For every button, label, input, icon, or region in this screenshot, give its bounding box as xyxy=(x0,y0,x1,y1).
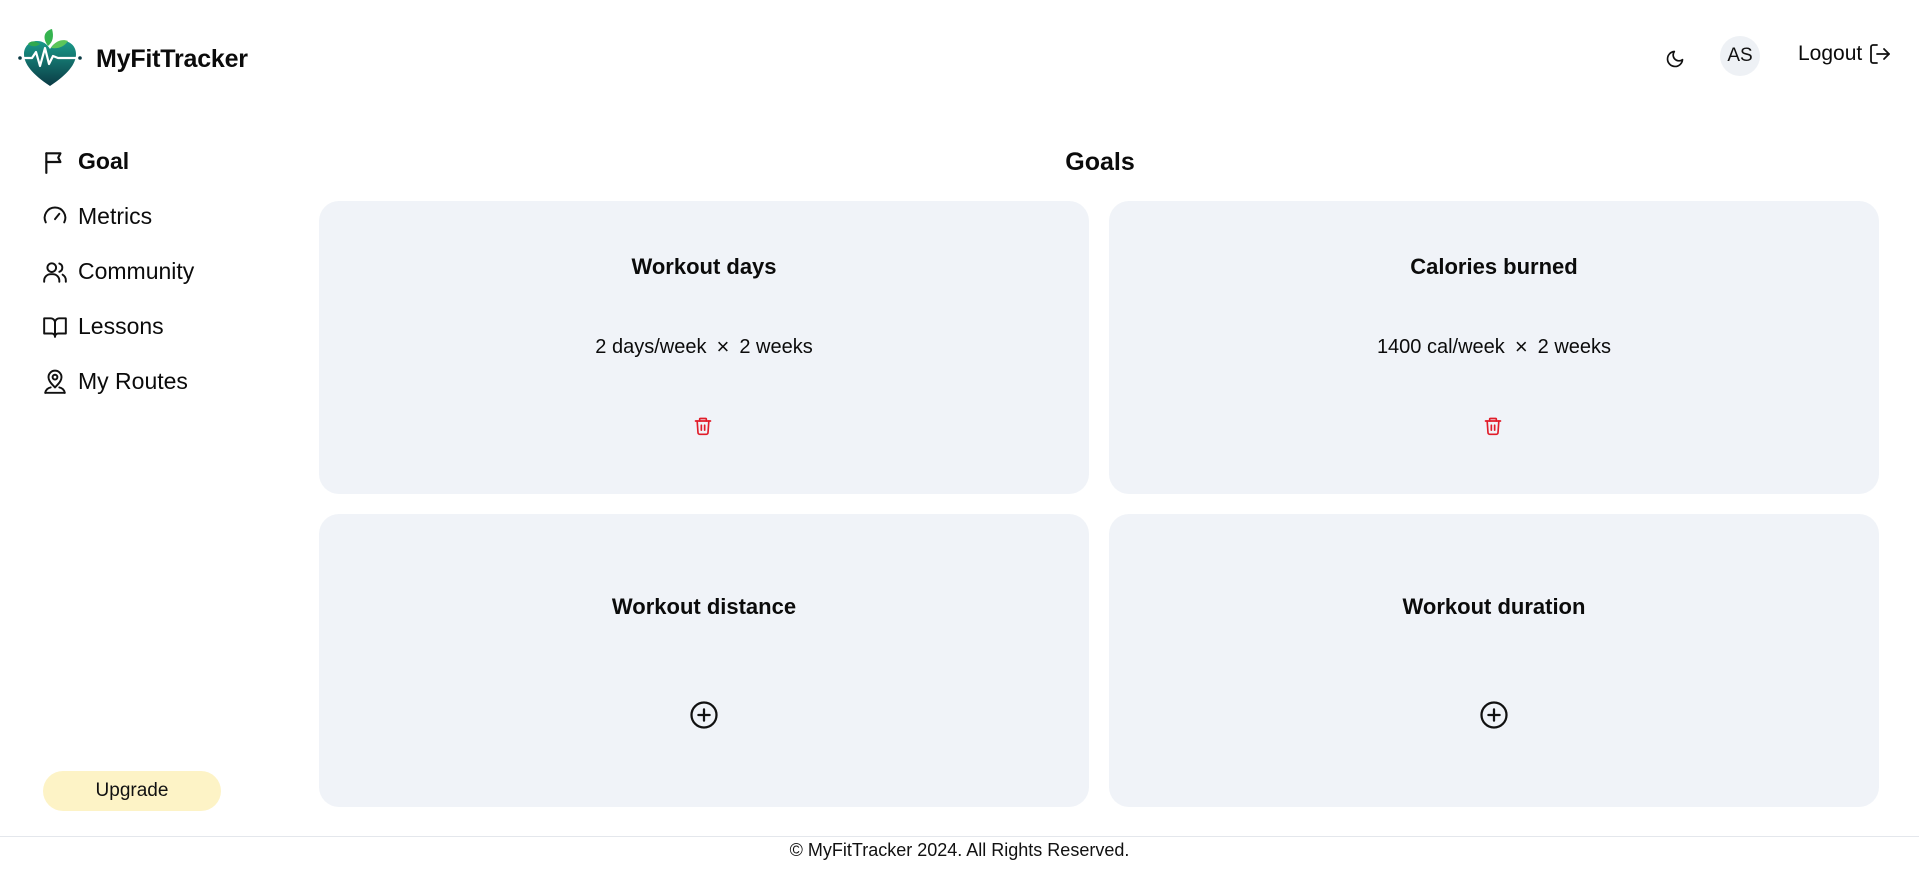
sidebar-item-goal[interactable]: Goal xyxy=(42,134,282,189)
flag-icon xyxy=(45,151,62,174)
sidebar-item-label: Community xyxy=(78,258,195,284)
logout-label: Logout xyxy=(1798,42,1863,65)
footer-divider xyxy=(0,836,1919,837)
sidebar-item-label: My Routes xyxy=(78,368,188,394)
brand[interactable]: MyFitTracker xyxy=(18,24,248,94)
book-open-icon xyxy=(43,316,67,338)
times-symbol: × xyxy=(716,334,730,359)
trash-icon xyxy=(1484,417,1502,436)
heart-leaf-pulse-logo-icon xyxy=(18,29,82,86)
delete-goal-button[interactable] xyxy=(691,414,715,438)
footer-copyright: © MyFitTracker 2024. All Rights Reserved… xyxy=(789,840,1130,860)
sidebar-item-label: Lessons xyxy=(78,313,164,339)
logout-icon xyxy=(1870,44,1891,64)
avatar-initials: AS xyxy=(1727,45,1753,66)
goal-amount: 2 days/week xyxy=(595,335,707,358)
goal-detail: 2 days/week × 2 weeks xyxy=(319,334,1089,360)
goal-card-workout-days: Workout days 2 days/week × 2 weeks xyxy=(319,201,1089,494)
add-goal-button[interactable] xyxy=(1478,699,1510,731)
gauge-icon xyxy=(43,206,67,223)
sidebar-item-community[interactable]: Community xyxy=(42,244,282,299)
plus-circle-icon xyxy=(690,701,718,729)
users-icon xyxy=(43,261,67,283)
goal-card-workout-distance: Workout distance xyxy=(319,514,1089,807)
goal-duration: 2 weeks xyxy=(1537,335,1612,358)
sidebar-item-label: Goal xyxy=(78,148,130,174)
page-title: Goals xyxy=(1065,148,1135,176)
moon-icon xyxy=(1666,50,1684,68)
add-goal-button[interactable] xyxy=(688,699,720,731)
theme-toggle-button[interactable] xyxy=(1660,44,1690,74)
header: MyFitTracker AS Logout xyxy=(0,0,1919,118)
goal-detail: 1400 cal/week × 2 weeks xyxy=(1109,334,1879,360)
map-pin-user-icon xyxy=(44,369,66,394)
sidebar-item-my-routes[interactable]: My Routes xyxy=(42,354,282,409)
delete-goal-button[interactable] xyxy=(1481,414,1505,438)
logout-button[interactable]: Logout xyxy=(1798,42,1892,66)
sidebar-item-lessons[interactable]: Lessons xyxy=(42,299,282,354)
plus-circle-icon xyxy=(1480,701,1508,729)
card-title: Workout duration xyxy=(1402,594,1586,619)
goal-duration: 2 weeks xyxy=(739,335,813,358)
avatar[interactable]: AS xyxy=(1720,36,1760,76)
upgrade-button[interactable]: Upgrade xyxy=(43,771,221,811)
sidebar-nav: Goal Metrics Community Lessons My Routes xyxy=(42,134,282,409)
sidebar-item-label: Metrics xyxy=(78,203,153,229)
card-title: Workout distance xyxy=(611,594,797,619)
sidebar-item-metrics[interactable]: Metrics xyxy=(42,189,282,244)
goal-card-workout-duration: Workout duration xyxy=(1109,514,1879,807)
card-title: Calories burned xyxy=(1410,254,1578,279)
times-symbol: × xyxy=(1514,334,1528,359)
brand-name: MyFitTracker xyxy=(96,44,248,73)
card-title: Workout days xyxy=(631,254,777,279)
goal-amount: 1400 cal/week xyxy=(1376,335,1505,358)
app-root: MyFitTracker AS Logout Goal Metrics Comm… xyxy=(0,0,1919,870)
goal-card-calories-burned: Calories burned 1400 cal/week × 2 weeks xyxy=(1109,201,1879,494)
trash-icon xyxy=(694,417,712,436)
